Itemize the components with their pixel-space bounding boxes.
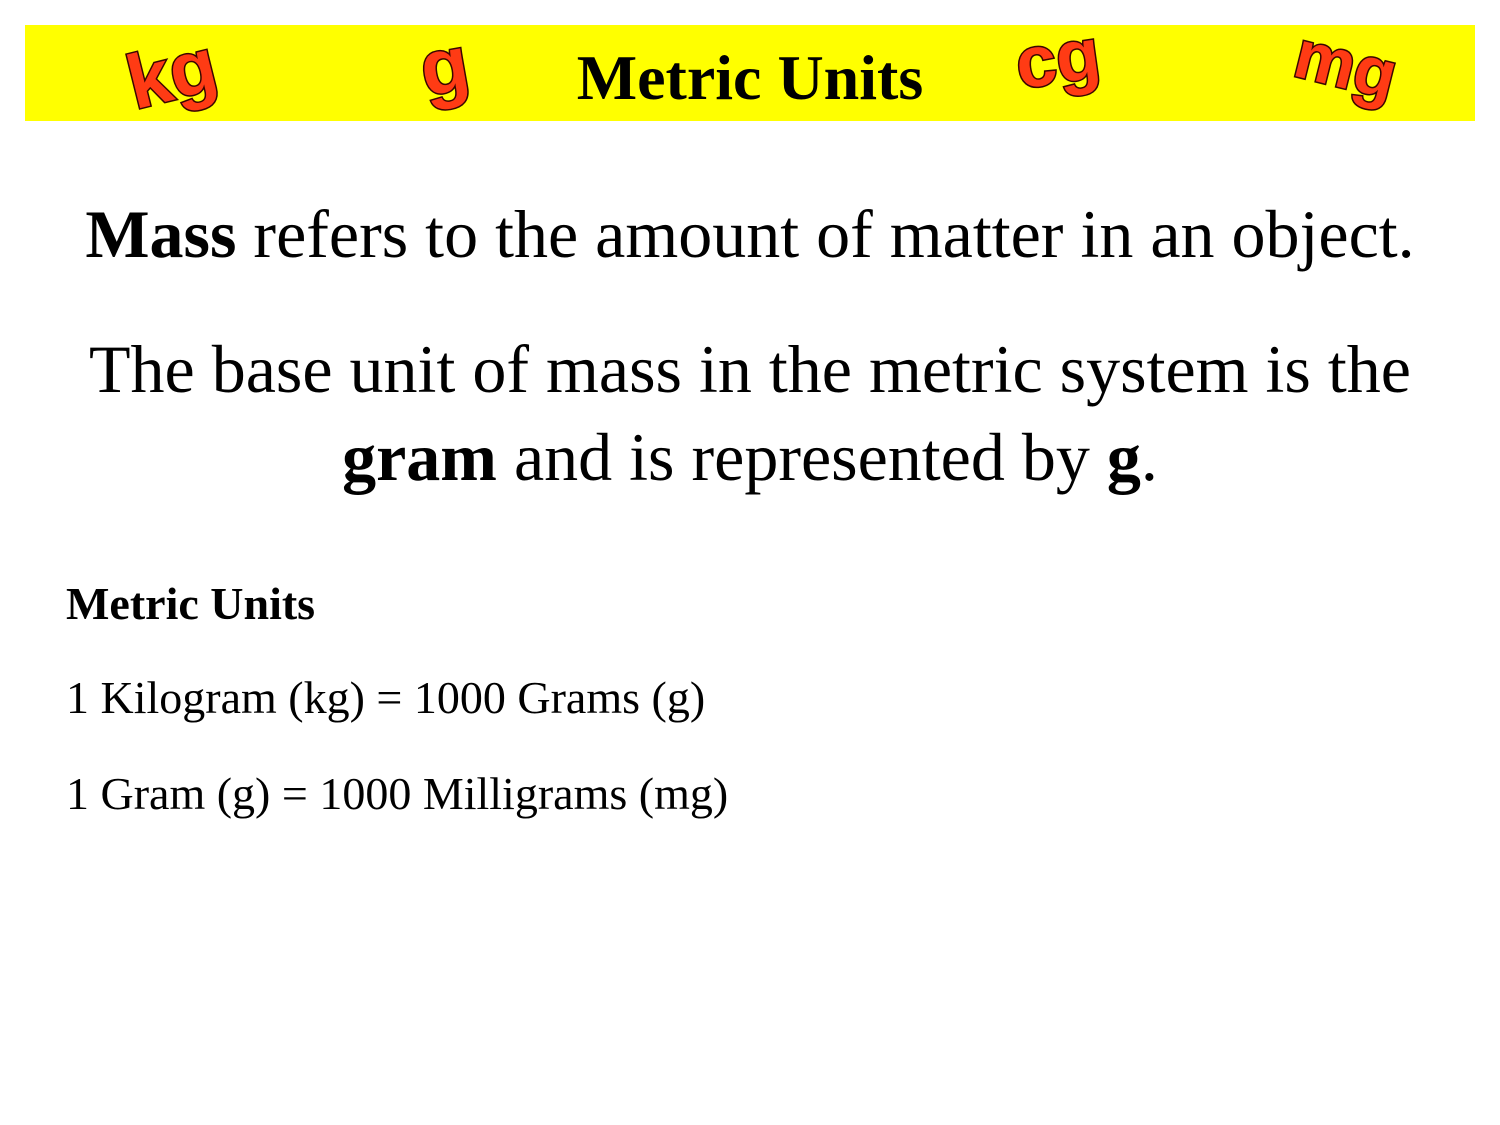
unit-art-cg: cg	[1009, 12, 1106, 106]
unit-art-cg-text: cg	[1011, 14, 1105, 105]
base-unit-end: .	[1140, 419, 1158, 495]
metric-list-heading: Metric Units	[66, 578, 316, 629]
mass-definition-text: refers to the amount of matter in an obj…	[236, 196, 1415, 272]
unit-art-mg: mg	[1286, 14, 1406, 115]
list-item: 1 Gram (g) = 1000 Milligrams (mg)	[66, 768, 729, 819]
mass-term: Mass	[85, 196, 237, 272]
list-item: 1 Kilogram (kg) = 1000 Grams (g)	[66, 672, 706, 723]
base-unit-middle-text: and is represented by	[496, 419, 1107, 495]
mass-definition: Mass refers to the amount of matter in a…	[0, 194, 1500, 274]
unit-art-mg-text: mg	[1287, 16, 1404, 114]
gram-term: gram	[342, 419, 497, 495]
page-title: Metric Units	[576, 42, 924, 113]
gram-symbol: g	[1106, 419, 1141, 495]
base-unit-line-1: The base unit of mass in the metric syst…	[89, 331, 1411, 407]
base-unit-statement: The base unit of mass in the metric syst…	[0, 325, 1500, 501]
